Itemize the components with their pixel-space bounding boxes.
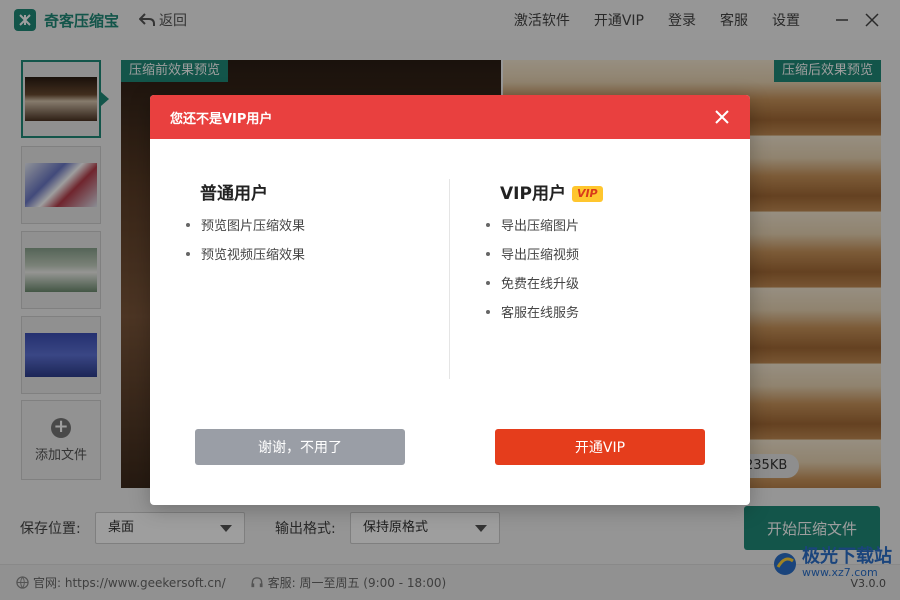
feature-item: 客服在线服务 <box>486 297 579 326</box>
column-divider <box>449 179 450 379</box>
feature-item: 免费在线升级 <box>486 268 579 297</box>
feature-item: 预览视频压缩效果 <box>186 239 305 268</box>
feature-item: 预览图片压缩效果 <box>186 210 305 239</box>
vip-user-features: 导出压缩图片 导出压缩视频 免费在线升级 客服在线服务 <box>486 210 579 326</box>
dialog-title: 您还不是VIP用户 <box>170 111 273 127</box>
normal-user-title: 普通用户 <box>200 184 268 204</box>
decline-button[interactable]: 谢谢，不用了 <box>195 429 405 465</box>
feature-item: 导出压缩视频 <box>486 239 579 268</box>
feature-item: 导出压缩图片 <box>486 210 579 239</box>
vip-user-title: VIP用户 <box>500 184 566 204</box>
dialog-header: 您还不是VIP用户 <box>150 95 750 139</box>
close-icon[interactable] <box>714 109 730 125</box>
open-vip-button[interactable]: 开通VIP <box>495 429 705 465</box>
normal-user-features: 预览图片压缩效果 预览视频压缩效果 <box>186 210 305 268</box>
vip-user-heading: VIP用户 VIP <box>500 179 603 204</box>
vip-badge-icon: VIP <box>571 186 603 202</box>
vip-dialog: 您还不是VIP用户 普通用户 预览图片压缩效果 预览视频压缩效果 VIP用户 VI… <box>150 95 750 505</box>
